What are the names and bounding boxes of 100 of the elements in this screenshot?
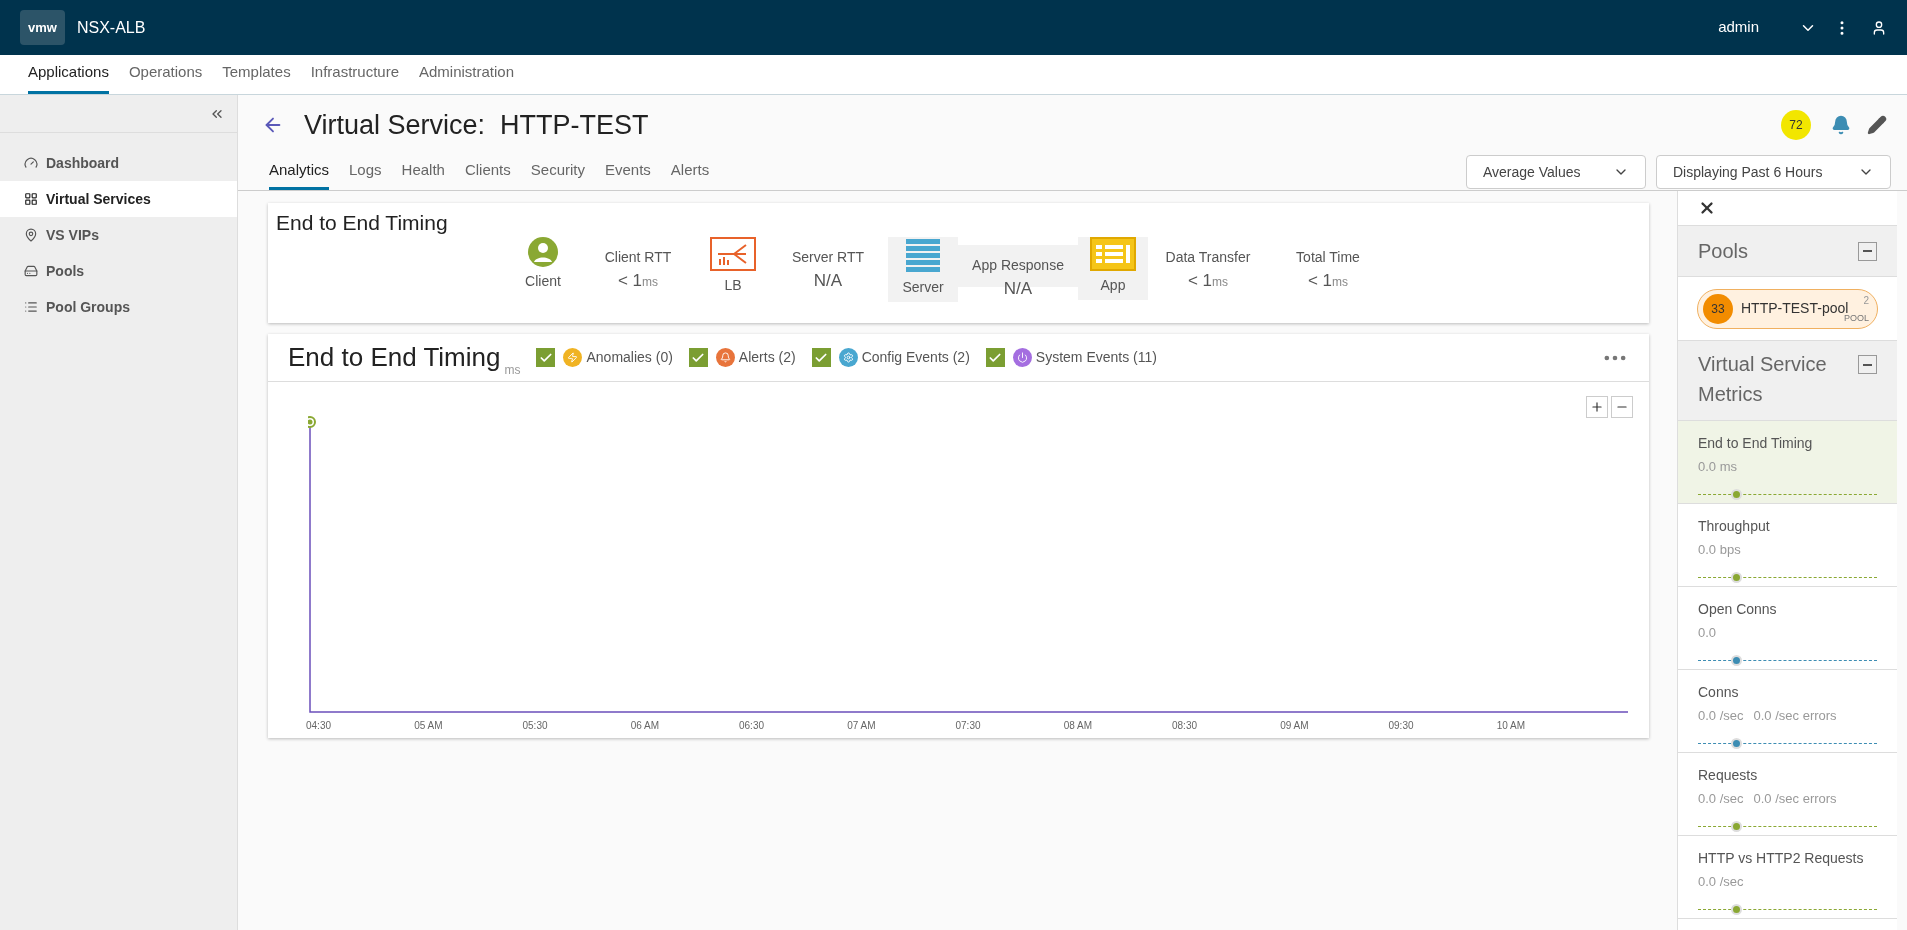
axis-label: 06 AM: [629, 719, 661, 733]
sidebar-item[interactable]: Dashboard: [0, 145, 237, 181]
metric-value: < 1ms: [1187, 269, 1229, 292]
nav-tab[interactable]: Templates: [222, 60, 291, 94]
sidebar-item[interactable]: Virtual Services: [0, 181, 237, 217]
metric-value: < 1ms: [617, 269, 659, 292]
bell-icon[interactable]: [1831, 115, 1851, 135]
page-title: Virtual Service: HTTP-TEST: [304, 108, 649, 142]
axis-label: 04:30: [305, 719, 333, 733]
metric-value: < 1ms: [1307, 269, 1349, 292]
server-stack-icon: [905, 236, 941, 273]
metric-name: End to End Timing: [1698, 434, 1814, 453]
metric-label: Data Transfer: [1165, 247, 1251, 267]
gear-icon: [842, 352, 854, 363]
axis-label: 08:30: [1171, 719, 1199, 733]
metric-value: 0.0 /sec: [1698, 707, 1744, 725]
gauge-icon: [24, 156, 38, 170]
node-label: App: [1100, 275, 1126, 295]
power-icon: [1016, 352, 1028, 363]
metric-name: Throughput: [1698, 517, 1771, 536]
axis-label: 07:30: [954, 719, 982, 733]
zoom-in-button[interactable]: [1586, 396, 1608, 418]
drive-icon: [24, 264, 38, 278]
metric-value: 0.0 ms: [1698, 458, 1737, 476]
page-tab[interactable]: Health: [401, 158, 445, 190]
filter-label: Config Events (2): [861, 348, 970, 367]
metric-name: Requests: [1698, 766, 1759, 785]
nav-tab[interactable]: Operations: [128, 60, 203, 94]
checkbox[interactable]: [688, 348, 708, 367]
grid-icon: [24, 192, 38, 206]
sidebar-item[interactable]: VS VIPs: [0, 217, 237, 253]
metric-value: 0.0 /sec: [1698, 790, 1744, 808]
axis-label: 07 AM: [846, 719, 877, 733]
axis-label: 10 AM: [1495, 719, 1527, 733]
card-title: End to End Timing: [276, 210, 449, 236]
product-name: NSX-ALB: [76, 17, 146, 38]
filter-label: Alerts (2): [738, 348, 796, 367]
page-tab[interactable]: Analytics: [269, 158, 330, 190]
metric-label: Client RTT: [604, 247, 672, 267]
filter-label: Anomalies (0): [586, 348, 673, 367]
edit-icon[interactable]: [1867, 115, 1887, 135]
nav-tab[interactable]: Administration: [419, 60, 515, 94]
metric-value: N/A: [1003, 277, 1033, 300]
unit-label: ms: [504, 362, 521, 379]
logo: vmw: [20, 9, 65, 46]
axis-label: 08 AM: [1062, 719, 1094, 733]
health-score-badge: 33: [1703, 293, 1733, 324]
zoom-out-button[interactable]: [1611, 396, 1633, 418]
metric-label: Server RTT: [791, 247, 865, 267]
user-avatar-icon: [528, 236, 558, 267]
node-label: Server: [902, 277, 944, 297]
metric-value: 0.0: [1698, 624, 1717, 642]
load-balancer-icon: [710, 236, 756, 271]
axis-label: 09 AM: [1279, 719, 1310, 733]
dropdown-select[interactable]: Average Values: [1466, 155, 1646, 189]
node-label: Client: [525, 271, 561, 291]
page-tab[interactable]: Clients: [464, 158, 511, 190]
pool-tag: POOL: [1844, 312, 1869, 326]
metric-name: Open Conns: [1698, 600, 1778, 619]
checkbox[interactable]: [985, 348, 1005, 367]
page-tab[interactable]: Events: [604, 158, 651, 190]
checkbox[interactable]: [536, 348, 556, 367]
collapse-button[interactable]: [1858, 241, 1877, 261]
health-score-badge[interactable]: 72: [1781, 110, 1811, 140]
axis-label: 06:30: [738, 719, 766, 733]
metric-name: HTTP vs HTTP2 Requests: [1698, 849, 1865, 868]
panel-heading: Virtual Service Metrics: [1698, 352, 1828, 407]
metric-tile[interactable]: End to End Timing 0.0 ms: [1678, 421, 1897, 504]
filter-label: System Events (11): [1035, 348, 1157, 367]
metric-value: N/A: [813, 269, 843, 292]
sidebar-item[interactable]: Pool Groups: [0, 289, 237, 325]
metric-name: Conns: [1698, 683, 1740, 702]
lightning-icon: [567, 352, 579, 363]
sidebar-item[interactable]: Pools: [0, 253, 237, 289]
axis-label: 05 AM: [413, 719, 444, 733]
axis-label: 09:30: [1387, 719, 1415, 733]
user-name: admin: [1718, 17, 1759, 38]
panel-heading: Pools: [1698, 239, 1749, 264]
map-pin-icon: [24, 228, 38, 242]
pool-count: 2: [1863, 293, 1869, 308]
chart-title: End to End Timing: [288, 341, 501, 374]
nav-tab[interactable]: Infrastructure: [310, 60, 399, 94]
plus-icon: [1590, 400, 1604, 414]
app-window-icon: [1090, 236, 1136, 271]
collapse-button[interactable]: [1858, 355, 1877, 374]
user-icon[interactable]: [1871, 19, 1887, 36]
page-tab[interactable]: Alerts: [670, 158, 710, 190]
close-icon[interactable]: [1698, 199, 1716, 217]
page-tab[interactable]: Security: [530, 158, 585, 190]
dropdown-select[interactable]: Displaying Past 6 Hours: [1656, 155, 1891, 189]
page-tab[interactable]: Logs: [349, 158, 382, 190]
metric-value: 0.0 /sec errors: [1753, 707, 1837, 725]
node-label: LB: [724, 275, 742, 295]
bell-icon: [719, 352, 731, 363]
checkbox[interactable]: [811, 348, 831, 367]
metric-label: Total Time: [1296, 247, 1360, 267]
metric-value: 0.0 /sec: [1698, 873, 1744, 891]
pool-chip[interactable]: 33 HTTP-TEST-pool 2 POOL: [1697, 288, 1878, 329]
metric-value: 0.0 /sec errors: [1753, 790, 1837, 808]
metric-value: 0.0 bps: [1698, 541, 1741, 559]
